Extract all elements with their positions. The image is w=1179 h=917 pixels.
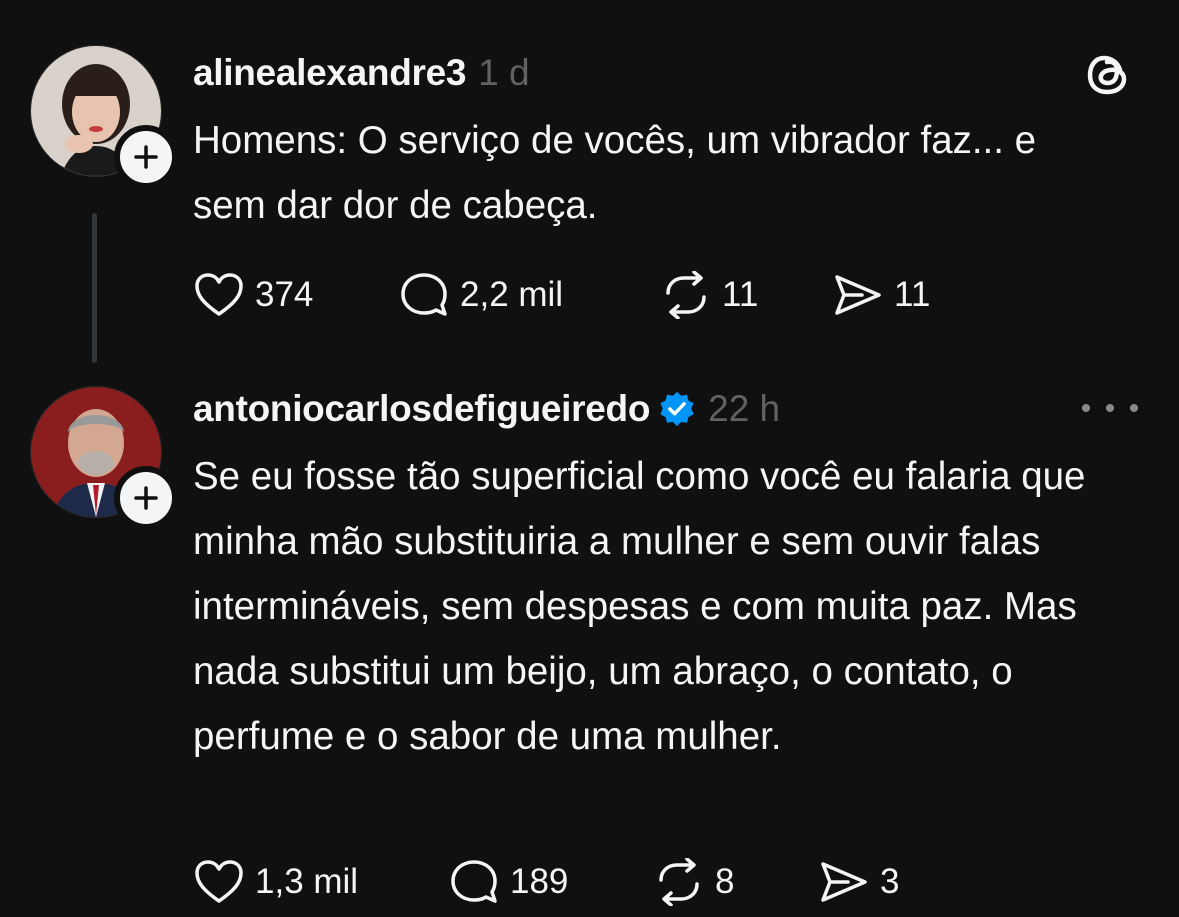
follow-button[interactable] bbox=[114, 125, 178, 189]
verified-badge-icon bbox=[660, 391, 694, 427]
thread-line bbox=[92, 213, 97, 363]
repost-icon bbox=[659, 858, 699, 906]
dot-icon bbox=[1082, 404, 1090, 412]
avatar-container[interactable] bbox=[30, 45, 178, 189]
heart-icon bbox=[195, 273, 243, 316]
post-text: Homens: O serviço de vocês, um vibrador … bbox=[193, 119, 1037, 227]
reply-count: 2,2 mil bbox=[460, 275, 564, 314]
share-button[interactable]: 3 bbox=[818, 858, 899, 906]
more-options-button[interactable] bbox=[1082, 390, 1138, 426]
action-bar: 374 2,2 mil 11 11 bbox=[193, 270, 930, 320]
post-text: Se eu fosse tão superficial como você eu… bbox=[193, 455, 1086, 758]
send-icon bbox=[821, 862, 867, 902]
repost-count: 8 bbox=[715, 862, 735, 901]
username-link[interactable]: alinealexandre3 bbox=[193, 52, 466, 94]
avatar-container[interactable] bbox=[30, 386, 178, 530]
post-header: antoniocarlosdefigueiredo 22 h bbox=[193, 384, 780, 434]
like-count: 374 bbox=[255, 275, 314, 314]
plus-icon bbox=[134, 486, 158, 510]
share-button[interactable]: 11 bbox=[832, 271, 930, 319]
heart-icon bbox=[195, 860, 243, 903]
reply-button[interactable]: 189 bbox=[448, 858, 653, 906]
action-bar: 1,3 mil 189 8 3 bbox=[193, 857, 899, 907]
post-time[interactable]: 1 d bbox=[478, 52, 529, 94]
dot-icon bbox=[1130, 404, 1138, 412]
repost-icon bbox=[666, 271, 706, 319]
post-time[interactable]: 22 h bbox=[708, 388, 780, 430]
send-icon bbox=[835, 275, 881, 315]
post-header: alinealexandre3 1 d bbox=[193, 48, 530, 98]
reply-button[interactable]: 2,2 mil bbox=[398, 271, 660, 319]
comment-icon bbox=[401, 273, 447, 316]
comment-icon bbox=[451, 860, 497, 903]
like-button[interactable]: 374 bbox=[193, 271, 398, 319]
username-link[interactable]: antoniocarlosdefigueiredo bbox=[193, 388, 650, 430]
threads-logo-icon[interactable] bbox=[1082, 48, 1134, 100]
repost-count: 11 bbox=[722, 275, 759, 314]
repost-button[interactable]: 11 bbox=[660, 271, 832, 319]
share-count: 3 bbox=[880, 862, 900, 901]
plus-icon bbox=[134, 145, 158, 169]
repost-button[interactable]: 8 bbox=[653, 858, 818, 906]
like-count: 1,3 mil bbox=[255, 862, 359, 901]
dot-icon bbox=[1106, 404, 1114, 412]
reply-count: 189 bbox=[510, 862, 569, 901]
follow-button[interactable] bbox=[114, 466, 178, 530]
like-button[interactable]: 1,3 mil bbox=[193, 858, 448, 906]
share-count: 11 bbox=[894, 275, 931, 314]
